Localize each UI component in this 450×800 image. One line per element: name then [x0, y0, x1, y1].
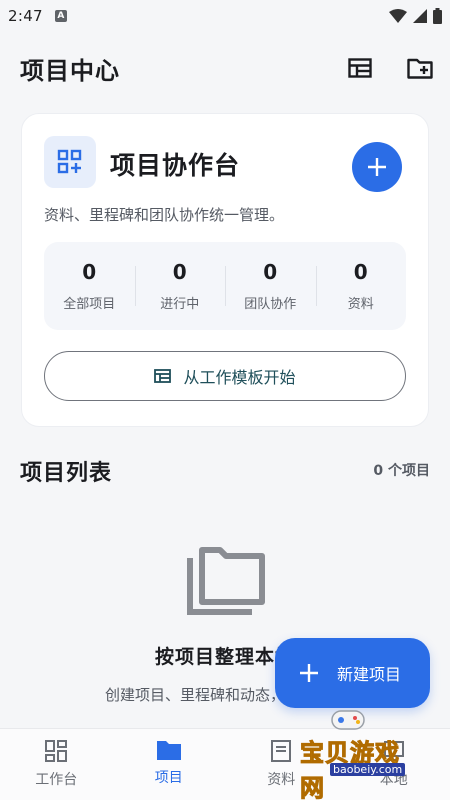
dashboard-icon: [45, 740, 68, 762]
stat-team[interactable]: 0 团队协作: [225, 260, 316, 312]
battery-icon: [433, 8, 442, 24]
template-icon-button[interactable]: [346, 54, 374, 82]
project-count: 0 个项目: [373, 463, 430, 479]
status-bar: 2:47 A: [0, 0, 450, 32]
template-icon: [154, 369, 172, 383]
nav-label: 项目: [154, 770, 183, 786]
new-project-fab[interactable]: 新建项目: [275, 638, 430, 708]
gamepad-icon: [331, 710, 365, 730]
new-folder-icon: [407, 58, 433, 79]
template-icon: [348, 58, 372, 78]
stat-value: 0: [82, 260, 97, 284]
fab-label: 新建项目: [337, 665, 402, 684]
nav-item-workspace[interactable]: 工作台: [0, 729, 113, 800]
grid-add-icon: [57, 149, 82, 174]
stat-label: 团队协作: [244, 297, 297, 312]
signal-icon: [413, 9, 427, 23]
wifi-icon: [389, 9, 407, 23]
template-button-label: 从工作模板开始: [183, 368, 296, 387]
workspace-description: 资料、里程碑和团队协作统一管理。: [44, 206, 285, 224]
watermark-url: baobeiy.com: [330, 763, 406, 776]
nav-label: 资料: [267, 772, 296, 788]
app-header: 项目中心: [20, 48, 434, 88]
stat-label: 进行中: [160, 297, 200, 312]
project-list-title: 项目列表: [20, 461, 113, 486]
page-title: 项目中心: [20, 56, 120, 85]
stat-label: 资料: [347, 297, 374, 312]
document-icon: [271, 740, 292, 762]
workspace-title: 项目协作台: [110, 151, 241, 180]
folder-icon: [156, 741, 181, 760]
status-time: 2:47: [8, 7, 43, 25]
stat-label: 全部项目: [63, 297, 116, 312]
folders-icon: [187, 547, 265, 615]
add-project-button[interactable]: [352, 142, 402, 192]
stat-all-projects[interactable]: 0 全部项目: [44, 260, 135, 312]
nav-label: 工作台: [35, 772, 78, 788]
stat-value: 0: [263, 260, 278, 284]
nav-item-projects[interactable]: 项目: [113, 729, 226, 800]
stat-materials[interactable]: 0 资料: [315, 260, 407, 312]
stat-value: 0: [172, 260, 187, 284]
app-notification-icon: A: [54, 10, 67, 22]
workspace-logo: [44, 136, 96, 188]
watermark-logo: 宝贝游戏网 baobeiy.com: [300, 705, 420, 800]
plus-icon: [368, 158, 386, 176]
new-folder-icon-button[interactable]: [406, 54, 434, 82]
start-from-template-button[interactable]: 从工作模板开始: [44, 351, 406, 401]
stat-value: 0: [353, 260, 368, 284]
workspace-card: 项目协作台 资料、里程碑和团队协作统一管理。 0 全部项目 0 进行中 0 团队…: [21, 113, 429, 427]
stat-in-progress[interactable]: 0 进行中: [134, 260, 226, 312]
stats-panel: 0 全部项目 0 进行中 0 团队协作 0 资料: [44, 242, 406, 330]
plus-icon: [300, 664, 318, 682]
